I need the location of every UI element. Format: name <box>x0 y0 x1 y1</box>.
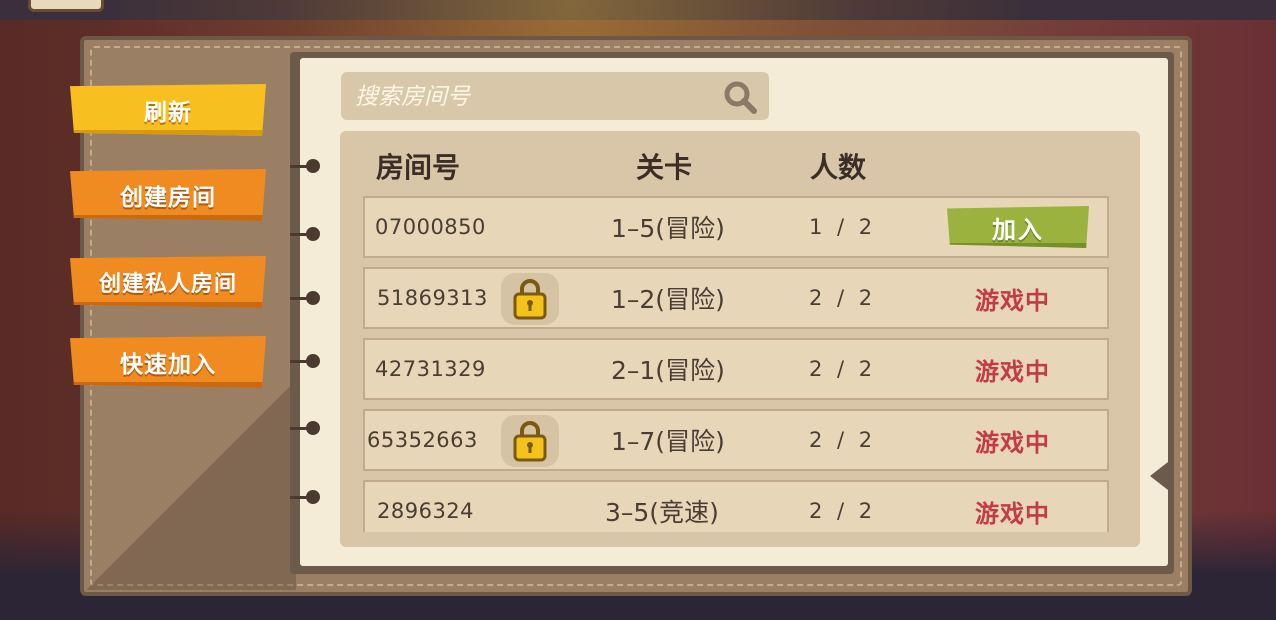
room-stage: 1–2(冒险) <box>611 285 725 314</box>
room-players: 1 / 2 <box>809 215 877 239</box>
quick-join-button[interactable]: 快速加入 <box>70 336 266 388</box>
search-icon[interactable] <box>720 78 760 116</box>
room-id: 42731329 <box>375 357 486 381</box>
top-corner-tab <box>28 0 104 12</box>
binder-ring <box>290 490 320 504</box>
notebook-tab <box>1150 462 1168 490</box>
create-private-room-button[interactable]: 创建私人房间 <box>70 256 266 308</box>
room-id: 51869313 <box>377 286 488 310</box>
room-id: 65352663 <box>367 428 478 452</box>
board-shadow <box>86 380 296 590</box>
room-stage: 1–7(冒险) <box>611 427 725 456</box>
room-players: 2 / 2 <box>809 499 877 523</box>
room-row[interactable]: 51869313 1–2(冒险) 2 / 2 游戏中 <box>363 267 1109 329</box>
room-row[interactable]: 42731329 2–1(冒险) 2 / 2 游戏中 <box>363 338 1109 400</box>
lock-badge <box>501 415 559 467</box>
column-header-room-id: 房间号 <box>376 151 461 184</box>
room-row-clip: 2896324 3–5(竞速) 2 / 2 游戏中 <box>363 480 1109 532</box>
room-status: 游戏中 <box>975 286 1050 315</box>
binder-ring <box>290 421 320 435</box>
room-id: 07000850 <box>375 215 486 239</box>
room-stage: 1–5(冒险) <box>611 214 725 243</box>
room-stage: 2–1(冒险) <box>611 356 725 385</box>
create-room-button[interactable]: 创建房间 <box>70 169 266 221</box>
binder-ring <box>290 354 320 368</box>
room-status: 游戏中 <box>975 357 1050 386</box>
room-players: 2 / 2 <box>809 286 877 310</box>
lock-badge <box>501 273 559 325</box>
room-row[interactable]: 65352663 1–7(冒险) 2 / 2 游戏中 <box>363 409 1109 471</box>
binder-ring <box>290 291 320 305</box>
refresh-button[interactable]: 刷新 <box>70 84 266 136</box>
column-header-players: 人数 <box>810 151 867 184</box>
room-stage: 3–5(竞速) <box>605 498 719 527</box>
search-input[interactable] <box>353 78 717 116</box>
lock-icon <box>513 279 547 320</box>
binder-ring <box>290 227 320 241</box>
room-id: 2896324 <box>377 499 475 523</box>
column-header-stage: 关卡 <box>636 151 693 184</box>
room-status: 游戏中 <box>975 499 1050 528</box>
room-row[interactable]: 2896324 3–5(竞速) 2 / 2 游戏中 <box>363 480 1109 532</box>
room-status: 游戏中 <box>975 428 1050 457</box>
search-bar <box>341 72 769 120</box>
binder-ring <box>290 159 320 173</box>
room-players: 2 / 2 <box>809 428 877 452</box>
join-button[interactable]: 加入 <box>947 206 1089 248</box>
lock-icon <box>513 421 547 462</box>
room-row[interactable]: 07000850 1–5(冒险) 1 / 2 加入 <box>363 196 1109 258</box>
room-players: 2 / 2 <box>809 357 877 381</box>
